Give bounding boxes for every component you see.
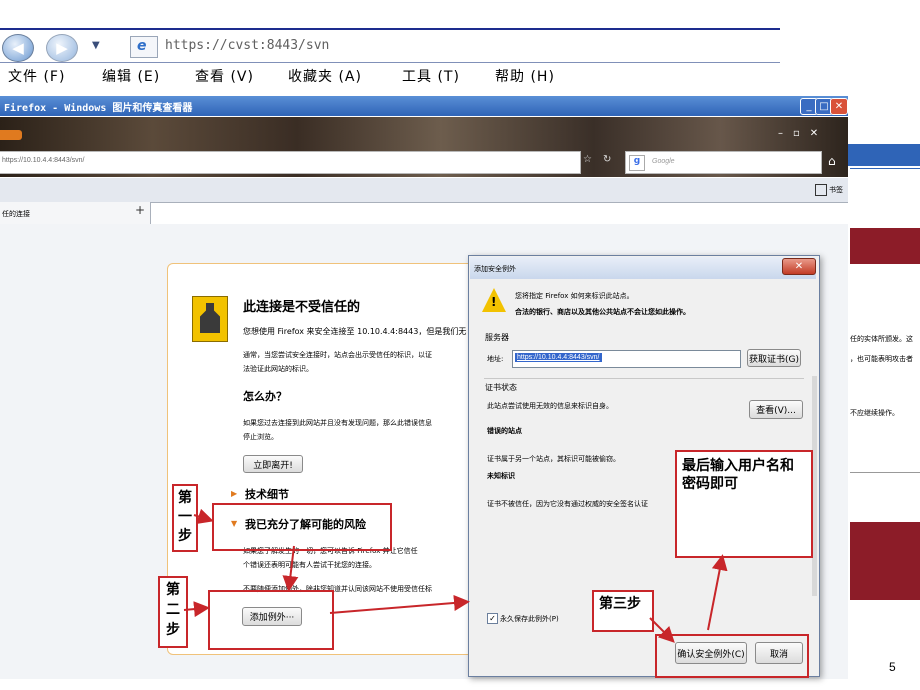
- annotation-arrows: [183, 508, 728, 643]
- arrow-to-dialog: [329, 594, 470, 614]
- arrow-step1: [193, 508, 214, 525]
- arrow-to-final: [707, 554, 728, 631]
- arrow-risks-to-add: [282, 545, 299, 592]
- arrow-step2: [183, 601, 210, 618]
- arrow-step3: [649, 617, 675, 643]
